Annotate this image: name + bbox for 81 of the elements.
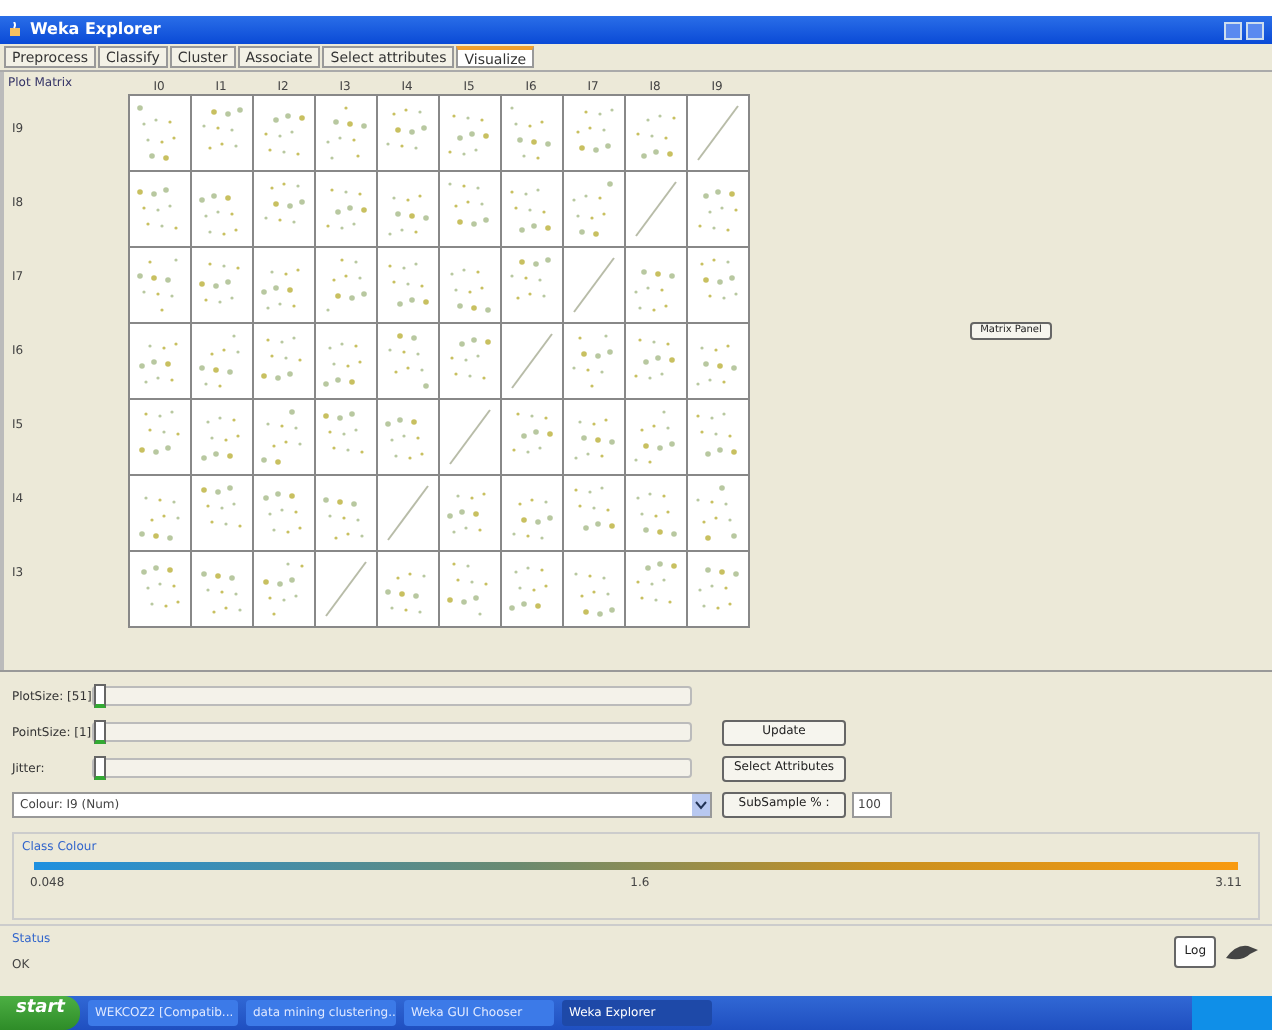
window-title: Weka Explorer [30,18,161,42]
scatter-plot-thumbnail[interactable] [378,552,438,626]
restore-button[interactable] [1246,21,1264,39]
scatter-plot-thumbnail[interactable] [564,248,624,322]
slider-track[interactable] [92,758,692,778]
scatter-plot-thumbnail[interactable] [688,400,748,474]
scatter-plot-thumbnail[interactable] [440,172,500,246]
scatter-plot-thumbnail[interactable] [378,172,438,246]
scatter-plot-thumbnail[interactable] [626,172,686,246]
scatter-plot-thumbnail[interactable] [564,96,624,170]
minimize-button[interactable] [1224,21,1242,39]
slider-track[interactable] [92,722,692,742]
scatter-plot-thumbnail[interactable] [130,400,190,474]
scatter-plot-thumbnail[interactable] [378,96,438,170]
scatter-plot-thumbnail[interactable] [688,96,748,170]
scatter-plot-thumbnail[interactable] [626,324,686,398]
scatter-plot-thumbnail[interactable] [254,476,314,550]
scatter-plot-thumbnail[interactable] [130,96,190,170]
scatter-plot-thumbnail[interactable] [502,248,562,322]
scatter-plot-thumbnail[interactable] [254,400,314,474]
scatter-plot-thumbnail[interactable] [502,552,562,626]
scatter-plot-thumbnail[interactable] [564,476,624,550]
scatter-plot-thumbnail[interactable] [440,552,500,626]
scatter-plot-thumbnail[interactable] [626,96,686,170]
scatter-plot-thumbnail[interactable] [130,172,190,246]
scatter-plot-thumbnail[interactable] [502,476,562,550]
scatter-plot-thumbnail[interactable] [254,324,314,398]
scatter-plot-thumbnail[interactable] [316,400,376,474]
scatter-plot-thumbnail[interactable] [192,248,252,322]
scatter-plot-thumbnail[interactable] [192,552,252,626]
scatter-plot-thumbnail[interactable] [440,324,500,398]
scatter-plot-thumbnail[interactable] [130,248,190,322]
scatter-plot-thumbnail[interactable] [564,400,624,474]
scatter-plot-thumbnail[interactable] [192,324,252,398]
scatter-plot-thumbnail[interactable] [564,552,624,626]
scatter-plot-thumbnail[interactable] [254,552,314,626]
scatter-plot-thumbnail[interactable] [254,96,314,170]
scatter-plot-thumbnail[interactable] [378,400,438,474]
scatter-plot-thumbnail[interactable] [316,552,376,626]
scatter-plot-thumbnail[interactable] [688,476,748,550]
scatter-plot-thumbnail[interactable] [688,324,748,398]
scatter-plot-thumbnail[interactable] [502,96,562,170]
scatter-plot-thumbnail[interactable] [440,476,500,550]
scatter-plot-thumbnail[interactable] [564,324,624,398]
scatter-plot-thumbnail[interactable] [688,172,748,246]
scatter-plot-thumbnail[interactable] [316,96,376,170]
scatter-plot-thumbnail[interactable] [502,172,562,246]
scatter-plot-thumbnail[interactable] [316,248,376,322]
slider-track[interactable] [92,686,692,706]
scatter-plot-thumbnail[interactable] [254,172,314,246]
scatter-plot-thumbnail[interactable] [378,248,438,322]
scatter-plot-thumbnail[interactable] [192,400,252,474]
scatter-plot-thumbnail[interactable] [130,324,190,398]
scatter-plot-thumbnail[interactable] [130,476,190,550]
scatter-plot-thumbnail[interactable] [192,476,252,550]
scatter-plot-thumbnail[interactable] [502,400,562,474]
scatter-plot-thumbnail[interactable] [626,552,686,626]
scatter-plot-thumbnail[interactable] [564,172,624,246]
scatter-plot-thumbnail[interactable] [688,248,748,322]
scatter-plot-thumbnail[interactable] [440,400,500,474]
scatter-plot-thumbnail[interactable] [378,324,438,398]
system-tray-icons [1192,996,1272,1030]
slider-thumb[interactable] [94,720,106,744]
slider-thumb[interactable] [94,684,106,708]
scatter-plot-thumbnail[interactable] [254,248,314,322]
java-cup-icon [8,22,24,38]
scatter-plot-thumbnail[interactable] [130,552,190,626]
scatter-plot-thumbnail[interactable] [688,552,748,626]
scatter-plot-thumbnail[interactable] [502,324,562,398]
slider-thumb[interactable] [94,756,106,780]
scatter-plot-thumbnail[interactable] [626,248,686,322]
scatter-plot-thumbnail[interactable] [440,96,500,170]
scatter-plot-thumbnail[interactable] [192,172,252,246]
scatter-plot-thumbnail[interactable] [316,172,376,246]
scatter-plot-thumbnail[interactable] [378,476,438,550]
scatter-plot-thumbnail[interactable] [626,400,686,474]
scatter-plot-thumbnail[interactable] [316,476,376,550]
scatter-plot-thumbnail[interactable] [192,96,252,170]
scatter-plot-thumbnail[interactable] [316,324,376,398]
scatter-plot-thumbnail[interactable] [440,248,500,322]
scatter-plot-thumbnail[interactable] [626,476,686,550]
